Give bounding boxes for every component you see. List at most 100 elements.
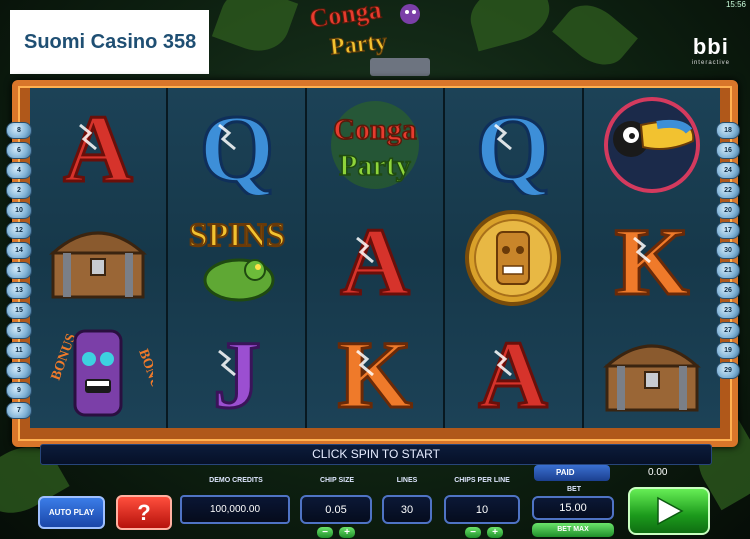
jungle-leaf-decor	[211, 0, 299, 61]
game-logo: Conga Party	[307, 0, 430, 76]
chips-per-line-decrease-button[interactable]: −	[465, 527, 481, 538]
payline-tag: 29	[716, 362, 740, 379]
demo-credits-value: 100,000.00	[209, 504, 261, 515]
payline-tag: 21	[716, 262, 740, 279]
payline-tag: 2	[6, 182, 32, 199]
reel-column: K	[583, 88, 721, 428]
bet-value: 15.00	[559, 502, 587, 514]
autoplay-button[interactable]: AUTO PLAY	[38, 496, 105, 529]
svg-text:BONUS: BONUS	[135, 348, 153, 399]
payline-tag: 19	[716, 342, 740, 359]
reel-column: A BONUS BONUS	[30, 88, 169, 428]
chip-size-decrease-button[interactable]: −	[317, 527, 333, 538]
payline-tags-left: 8 6 4 2 10 12 14 1 13 15 5 11 3 9 7	[6, 122, 32, 419]
treasure-chest-symbol	[584, 315, 720, 428]
payline-tags-right: 18 16 24 22 20 17 30 21 26 23 27 19 29	[716, 122, 740, 379]
payline-tag: 11	[6, 342, 32, 359]
paid-value: 0.00	[648, 467, 668, 478]
clock: 15:56	[725, 0, 746, 9]
chip-size-value: 0.05	[325, 503, 347, 516]
svg-text:A: A	[479, 321, 548, 421]
game-logo-line1: Conga	[308, 0, 384, 34]
demo-credits-display: 100,000.00	[180, 495, 290, 524]
payline-tag: 12	[6, 222, 32, 239]
payline-tag: 10	[6, 202, 32, 219]
chip-size-increase-button[interactable]: +	[339, 527, 355, 538]
chips-per-line-display: 10	[444, 495, 520, 524]
payline-tag: 26	[716, 282, 740, 299]
help-button[interactable]: ?	[116, 495, 172, 530]
paid-display: 0.00	[532, 465, 710, 482]
payline-tag: 24	[716, 162, 740, 179]
payline-tag: 14	[6, 242, 32, 259]
svg-text:Q: Q	[476, 95, 551, 195]
letter-A-red-symbol: A	[30, 88, 166, 201]
lines-value: 30	[400, 503, 414, 516]
payline-tag: 4	[6, 162, 32, 179]
reel-column: Conga Party A K	[306, 88, 446, 428]
payline-tag: 6	[6, 142, 32, 159]
chips-per-line-value: 10	[475, 503, 489, 516]
payline-tag: 8	[6, 122, 32, 139]
brand-banner: Suomi Casino 358	[10, 10, 209, 74]
payline-tag: 27	[716, 322, 740, 339]
letter-A-red-symbol: A	[445, 315, 581, 428]
svg-text:J: J	[213, 321, 261, 421]
reel-column: Q SPINS J	[168, 88, 307, 428]
letter-K-orange-symbol: K	[584, 201, 720, 314]
svg-text:K: K	[338, 321, 413, 421]
payline-tag: 15	[6, 302, 32, 319]
lines-label: LINES	[396, 477, 418, 484]
payline-tag: 3	[6, 362, 32, 379]
svg-text:A: A	[64, 95, 133, 195]
vendor-sub: interactive	[691, 60, 730, 66]
letter-Q-blue-symbol: Q	[168, 88, 304, 201]
vendor-name: bbi	[692, 34, 729, 59]
svg-text:SPINS: SPINS	[188, 217, 284, 254]
svg-text:Conga: Conga	[333, 113, 416, 146]
play-icon	[657, 496, 684, 526]
demo-credits-label: DEMO CREDITS	[209, 477, 263, 484]
game-logo-line2: Party	[329, 29, 389, 61]
status-message: CLICK SPIN TO START	[40, 444, 712, 465]
treasure-chest-symbol	[30, 201, 166, 314]
payline-tag: 18	[716, 122, 740, 139]
bet-max-button[interactable]: BET MAX	[532, 523, 614, 537]
bonus-tiki-symbol: BONUS BONUS	[30, 315, 166, 428]
svg-text:Party: Party	[339, 149, 411, 182]
svg-text:A: A	[340, 208, 409, 308]
bet-label: BET	[567, 486, 581, 493]
payline-tag: 7	[6, 402, 32, 419]
payline-tag: 5	[6, 322, 32, 339]
conga-party-logo-symbol: Conga Party	[307, 88, 443, 201]
svg-text:Q: Q	[199, 95, 274, 195]
payline-tag: 30	[716, 242, 740, 259]
payline-tag: 13	[6, 282, 32, 299]
chip-size-label: CHIP SIZE	[319, 477, 355, 484]
payline-tag: 17	[716, 222, 740, 239]
bet-display: 15.00	[532, 496, 614, 520]
payline-tag: 9	[6, 382, 32, 399]
jungle-leaf-decor	[464, 0, 556, 52]
gold-mask-coin-symbol	[445, 201, 581, 314]
payline-tag: 20	[716, 202, 740, 219]
chips-per-line-increase-button[interactable]: +	[487, 527, 503, 538]
brand-title: Suomi Casino 358	[24, 30, 197, 53]
letter-J-purple-symbol: J	[168, 315, 304, 428]
lines-display: 30	[382, 495, 432, 524]
svg-text:K: K	[614, 208, 689, 308]
jungle-leaf-decor	[552, 0, 638, 77]
chip-size-display: 0.05	[300, 495, 372, 524]
spins-scatter-symbol: SPINS	[168, 201, 304, 314]
reel-area: A BONUS BONUS Q SPINS J Conga Party A K …	[30, 88, 721, 428]
letter-Q-blue-symbol: Q	[445, 88, 581, 201]
vendor-logo: bbi interactive	[692, 34, 730, 66]
chips-per-line-label: CHIPS PER LINE	[454, 477, 510, 484]
payline-tag: 23	[716, 302, 740, 319]
letter-A-red-symbol: A	[307, 201, 443, 314]
spin-button[interactable]	[628, 487, 710, 535]
payline-tag: 16	[716, 142, 740, 159]
letter-K-orange-symbol: K	[307, 315, 443, 428]
payline-tag: 1	[6, 262, 32, 279]
payline-tag: 22	[716, 182, 740, 199]
